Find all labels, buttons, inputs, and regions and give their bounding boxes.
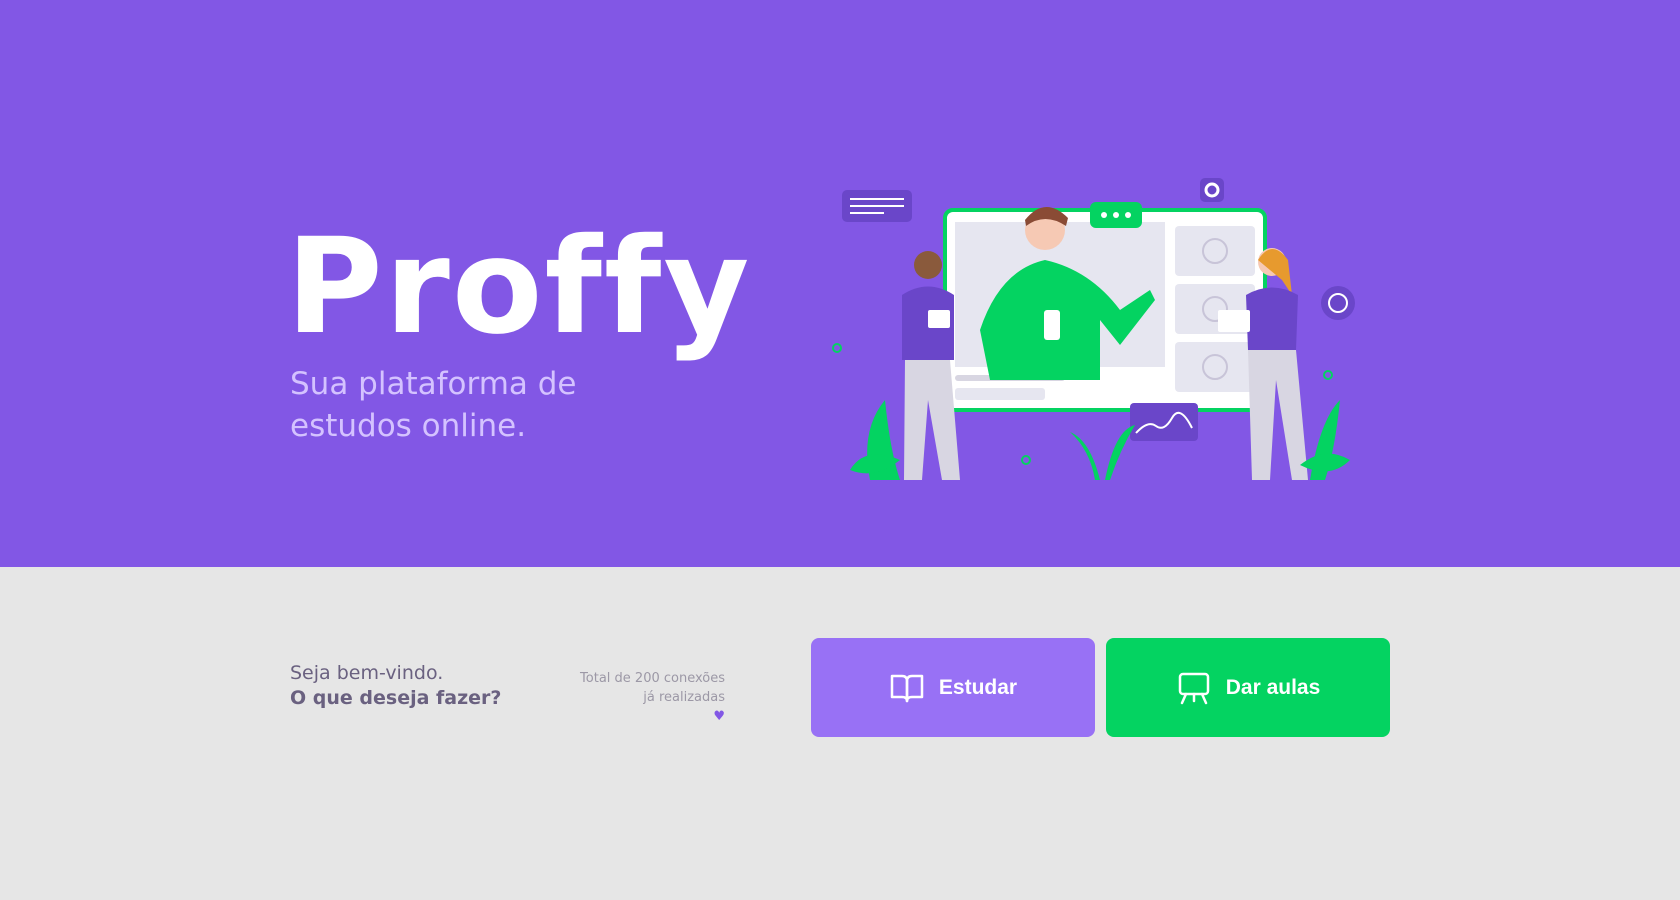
book-open-icon [889,670,925,706]
welcome-greeting: Seja bem-vindo. [290,662,444,684]
study-button[interactable]: Estudar [811,638,1095,737]
logo-text: Proffy [286,210,752,364]
study-button-label: Estudar [938,675,1018,699]
tagline: Sua plataforma de estudos online. [290,366,577,444]
welcome-message: Seja bem-vindo. O que deseja fazer? [290,661,550,711]
connections-line2: já realizadas [643,690,725,705]
welcome-question: O que deseja fazer? [290,687,502,709]
teach-button-label: Dar aulas [1225,675,1321,699]
teach-button[interactable]: Dar aulas [1106,638,1390,737]
hero-illustration [832,178,1355,480]
heart-icon: ♥ [713,709,725,724]
connections-line1: Total de 200 conexões [580,671,725,686]
proffy-logo: Proffy [286,210,752,364]
hero-section: Proffy Sua plataforma de estudos online. [0,0,1680,567]
presentation-board-icon [1176,670,1212,706]
connections-count: Total de 200 conexões já realizadas ♥ [545,669,725,726]
